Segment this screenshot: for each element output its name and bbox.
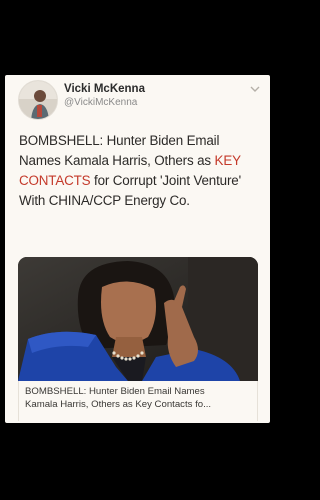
screenshot-frame: Vicki McKenna @VickiMcKenna BOMBSHELL: H… — [0, 0, 281, 500]
tweet-text-segment: BOMBSHELL: Hunter Biden Email Names Kama… — [19, 133, 220, 168]
chevron-down-icon[interactable] — [250, 85, 260, 93]
author-handle[interactable]: @VickiMcKenna — [64, 97, 137, 108]
author-name[interactable]: Vicki McKenna — [64, 83, 145, 95]
avatar[interactable] — [18, 80, 58, 120]
tweet-text: BOMBSHELL: Hunter Biden Email Names Kama… — [19, 131, 263, 211]
link-card-title-line-1: BOMBSHELL: Hunter Biden Email Names — [25, 386, 205, 397]
link-card-caption[interactable]: BOMBSHELL: Hunter Biden Email Names Kama… — [18, 381, 258, 421]
article-photo-icon — [18, 257, 258, 381]
profile-photo-icon — [19, 81, 57, 119]
link-card-title-line-2: Kamala Harris, Others as Key Contacts fo… — [25, 399, 212, 410]
tweet-card[interactable]: Vicki McKenna @VickiMcKenna BOMBSHELL: H… — [5, 75, 270, 423]
article-image[interactable] — [18, 257, 258, 381]
